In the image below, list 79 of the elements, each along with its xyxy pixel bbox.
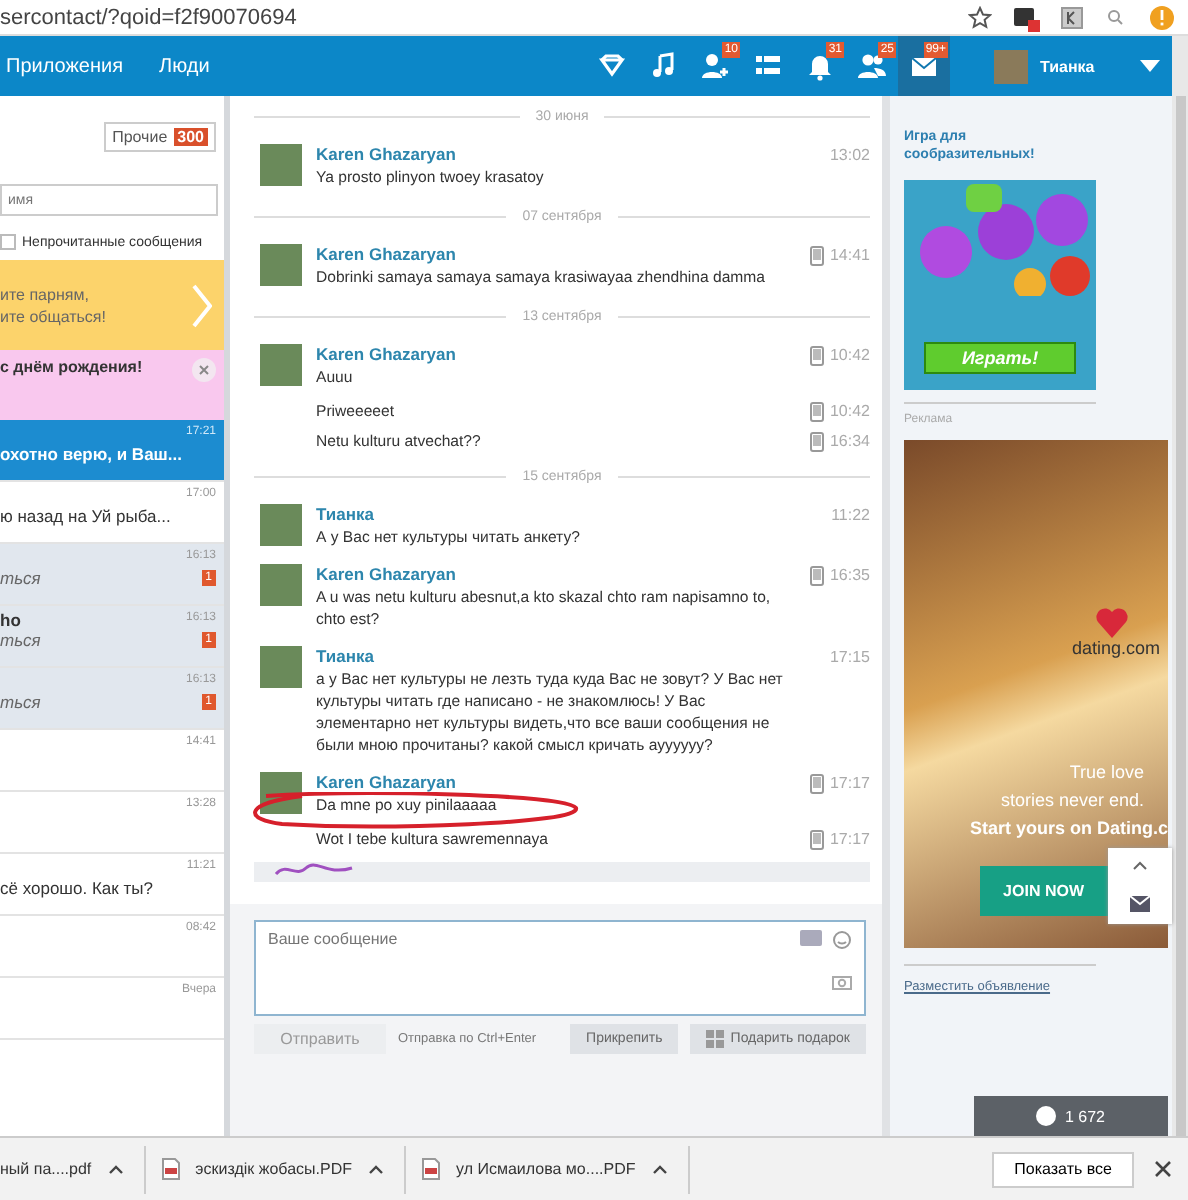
message-preview: сё хорошо. Как ты?: [0, 878, 153, 898]
scrollbar[interactable]: [1172, 36, 1188, 1136]
brand-name: dating.com: [1071, 638, 1160, 658]
star-icon[interactable]: [968, 5, 992, 29]
download-item[interactable]: ул Исмаилова мо....PDF: [406, 1145, 690, 1193]
file-name: ный па....pdf: [0, 1160, 92, 1178]
heart-icon: [1096, 608, 1128, 638]
bell-icon: [804, 50, 836, 82]
download-item[interactable]: ный па....pdf: [0, 1145, 146, 1193]
extension-icon[interactable]: [1012, 3, 1040, 31]
extension-icon[interactable]: [1060, 5, 1084, 29]
pdf-file-icon: [161, 1158, 180, 1180]
nav-link[interactable]: Приложения: [6, 55, 124, 77]
author-name[interactable]: Karen Ghazaryan: [316, 772, 456, 794]
game-ad-image[interactable]: Играть!: [904, 180, 1096, 390]
message-field[interactable]: Ваше сообщение: [254, 920, 866, 1016]
play-button[interactable]: Играть!: [923, 342, 1077, 374]
checkbox[interactable]: [0, 234, 16, 250]
contact-name: ho: [0, 612, 23, 630]
chevron-up-icon[interactable]: [1132, 860, 1148, 871]
birthday-text: с днём рождения!: [0, 358, 143, 376]
file-name: ул Исмаилова мо....PDF: [456, 1160, 636, 1178]
counter-value: 1 672: [1064, 1107, 1106, 1125]
message-preview: ться: [0, 568, 41, 588]
chevron-up-icon: [651, 1164, 668, 1174]
count-badge: 300: [173, 127, 208, 145]
filter-tab[interactable]: Прочие 300: [104, 121, 216, 151]
message-time: 11:22: [831, 506, 870, 524]
message-time: 10:42: [829, 346, 870, 364]
message-preview: ю назад на Уй рыба...: [0, 506, 171, 526]
promo-text: ите парням, ите общаться!: [0, 283, 106, 327]
ad-tagline: True love stories never end.: [1000, 760, 1144, 814]
diamond-icon: [596, 50, 628, 82]
author-name[interactable]: Тианка: [316, 504, 374, 526]
camera-icon[interactable]: [832, 974, 852, 990]
download-item[interactable]: эскиздік жобасы.PDF: [145, 1145, 406, 1193]
pdf-file-icon: [422, 1158, 440, 1180]
message-time: 13:02: [829, 146, 870, 164]
doodle-icon: [274, 862, 354, 878]
smiley-bubble-icon[interactable]: [832, 930, 852, 950]
nav-link[interactable]: Люди: [159, 55, 210, 77]
message-time: 17:17: [829, 774, 870, 792]
author-name[interactable]: Karen Ghazaryan: [316, 344, 456, 366]
dating-ad-banner[interactable]: dating.com True love stories never end. Start yours on Dating.c JOIN NOW: [904, 440, 1168, 948]
search-icon[interactable]: [1104, 5, 1128, 29]
dropdown-caret-icon[interactable]: [1140, 60, 1160, 72]
chevron-up-icon: [368, 1164, 384, 1174]
message-time: 10:42: [829, 402, 870, 420]
user-name[interactable]: Тианка: [1040, 57, 1128, 75]
alert-icon[interactable]: [1148, 3, 1176, 31]
author-name[interactable]: Karen Ghazaryan: [316, 144, 456, 166]
url-text[interactable]: sercontact/?qoid=f2f90070694: [0, 5, 297, 29]
file-name: эскиздік жобасы.PDF: [195, 1160, 352, 1178]
author-name[interactable]: Karen Ghazaryan: [316, 244, 456, 266]
message-preview: ться: [0, 692, 41, 712]
message-time: 16:35: [829, 566, 870, 584]
tab-label: Прочие: [112, 127, 168, 145]
author-name[interactable]: Тианка: [316, 646, 374, 668]
message-time: 16:34: [829, 432, 870, 450]
chevron-up-icon: [107, 1164, 124, 1174]
join-button[interactable]: JOIN NOW: [979, 866, 1108, 916]
close-icon[interactable]: [1154, 1160, 1172, 1178]
promo-banner[interactable]: ите парням, ите общаться!: [0, 260, 224, 350]
show-all-button[interactable]: Показать все: [992, 1151, 1134, 1187]
author-name[interactable]: Karen Ghazaryan: [316, 564, 456, 586]
chevron-right-icon[interactable]: [192, 283, 212, 327]
ad-headline: Start yours on Dating.c: [969, 818, 1168, 838]
music-note-icon: [648, 50, 680, 82]
message-time: 14:41: [829, 246, 870, 264]
people-icon: [856, 50, 888, 82]
gift-grid-icon: [706, 1030, 725, 1048]
message-preview: ться: [0, 630, 41, 650]
message-preview: охотно верю, и Ваш...: [0, 444, 182, 464]
online-counter[interactable]: 1 672: [974, 1096, 1168, 1136]
message-time: 17:17: [829, 830, 870, 848]
send-button[interactable]: Отправить: [254, 1024, 386, 1054]
message-time: 17:15: [829, 648, 870, 666]
envelope-icon[interactable]: [1130, 895, 1150, 912]
person-plus-icon: [700, 50, 732, 82]
